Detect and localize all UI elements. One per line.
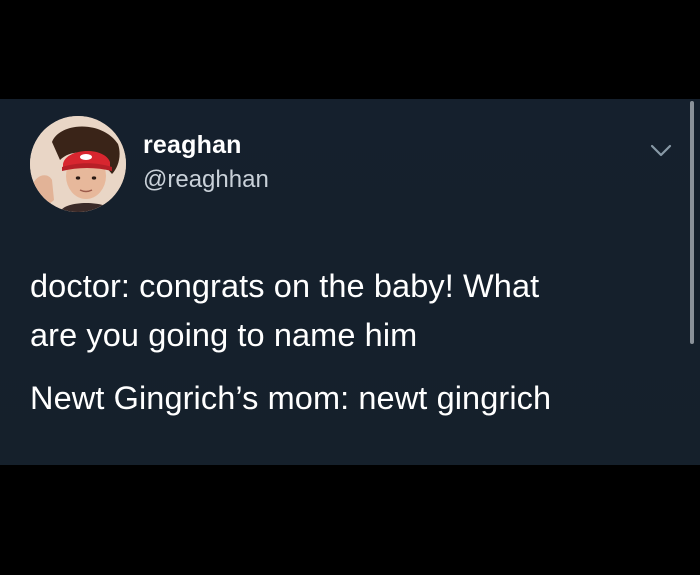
tweet-body: doctor: congrats on the baby! What are y… xyxy=(30,262,680,423)
tweet-text-line-3: Newt Gingrich’s mom: newt gingrich xyxy=(30,380,552,416)
tweet-menu-button[interactable] xyxy=(650,142,672,158)
tweet-text-paragraph-2: Newt Gingrich’s mom: newt gingrich xyxy=(30,374,680,423)
tweet-text-line-2: are you going to name him xyxy=(30,317,418,353)
tweet-text-paragraph-1: doctor: congrats on the baby! What are y… xyxy=(30,262,680,360)
author-handle[interactable]: @reaghhan xyxy=(143,166,269,194)
tweet-text-line-1: doctor: congrats on the baby! What xyxy=(30,268,540,304)
chevron-down-icon xyxy=(650,144,672,157)
profile-photo-icon xyxy=(30,116,126,212)
scrollbar[interactable] xyxy=(690,101,694,344)
avatar[interactable] xyxy=(30,116,126,212)
author-display-name[interactable]: reaghan xyxy=(143,131,242,160)
tweet-card: reaghan @reaghhan doctor: congrats on th… xyxy=(0,99,700,465)
